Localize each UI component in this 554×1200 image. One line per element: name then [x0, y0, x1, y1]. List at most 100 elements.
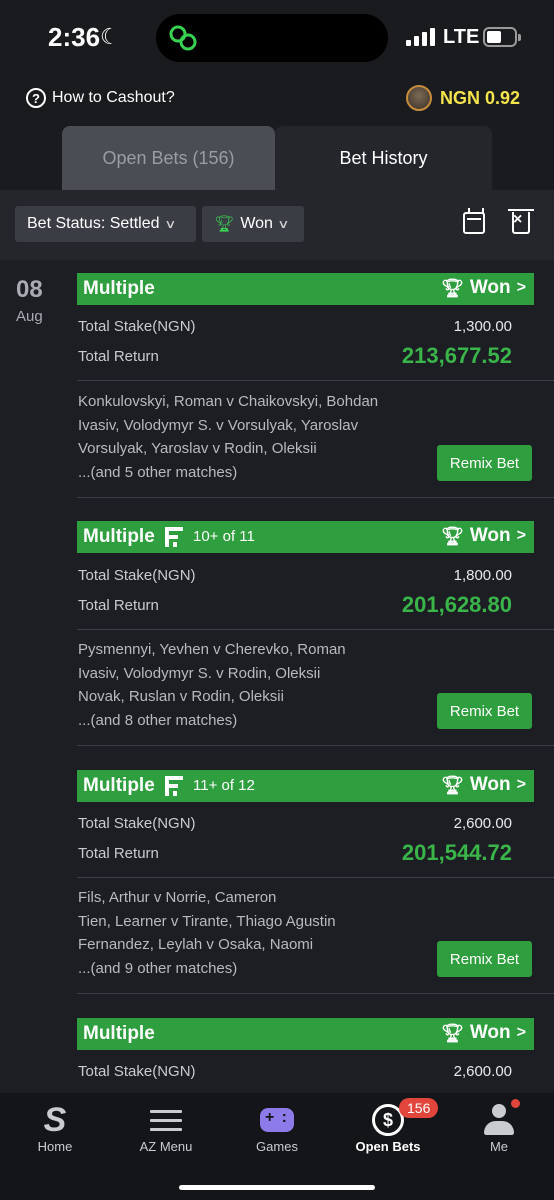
more-matches: ...(and 8 other matches)	[78, 711, 238, 729]
match-item: Fernandez, Leylah v Osaka, Naomi	[78, 936, 314, 953]
home-s-icon: S	[43, 1100, 67, 1139]
trophy-icon: 🏆︎	[440, 525, 464, 546]
remix-bet-button[interactable]: Remix Bet	[437, 693, 532, 729]
return-label: Total Return	[78, 845, 159, 862]
bet-tabs: Open Bets (156) Bet History	[62, 126, 492, 190]
nav-az-menu[interactable]: AZ Menu	[111, 1093, 221, 1163]
return-value: 201,544.72	[401, 840, 512, 865]
divider	[77, 877, 554, 878]
stake-label: Total Stake(NGN)	[78, 567, 196, 584]
chevron-down-icon: ∨	[163, 217, 177, 231]
battery-icon	[483, 27, 521, 47]
home-indicator	[179, 1185, 375, 1190]
network-label: LTE	[443, 26, 480, 48]
bet-result-label: Won	[469, 277, 511, 298]
tab-bet-history[interactable]: Bet History	[275, 126, 492, 190]
balance-amount: NGN 0.92	[439, 87, 520, 108]
bottom-nav: S Home AZ Menu Games $ 156 Open Bets Me	[0, 1093, 554, 1200]
bet-result-label: Won	[469, 774, 511, 795]
bet-card-header[interactable]: Multiple 🏆︎ Won >	[77, 1018, 534, 1050]
bet-qualifier: 10+ of 11	[193, 528, 255, 545]
question-icon: ?	[26, 88, 46, 108]
bet-qualifier: 11+ of 12	[193, 777, 255, 794]
moon-icon: ☾	[100, 24, 120, 49]
calendar-icon[interactable]	[463, 208, 485, 234]
open-bets-count-badge: 156	[399, 1098, 439, 1118]
bet-card[interactable]: Multiple 11+ of 12 🏆︎ Won > Total Stake(…	[77, 770, 554, 995]
menu-icon	[150, 1108, 182, 1132]
bet-type: Multiple	[83, 1023, 155, 1044]
bet-status-label: Bet Status: Settled	[27, 215, 160, 232]
match-item: Ivasiv, Volodymyr S. v Rodin, Oleksii	[78, 664, 321, 682]
bet-card-header[interactable]: Multiple 🏆︎ Won >	[77, 273, 534, 305]
link-icon	[169, 25, 197, 51]
nav-label: Home	[37, 1139, 73, 1154]
user-icon	[482, 1099, 520, 1136]
nav-label: AZ Menu	[139, 1139, 193, 1154]
match-item: Pysmennyi, Yevhen v Cherevko, Roman	[78, 641, 346, 658]
match-item: Vorsulyak, Yaroslav v Rodin, Oleksii	[78, 440, 317, 457]
bet-result: 🏆︎ Won >	[441, 525, 526, 547]
stake-value: 1,800.00	[453, 567, 512, 584]
stake-label: Total Stake(NGN)	[78, 1063, 196, 1080]
bet-card-header[interactable]: Multiple 11+ of 12 🏆︎ Won >	[77, 770, 534, 802]
match-item: Novak, Ruslan v Rodin, Oleksii	[78, 688, 284, 705]
divider	[77, 380, 554, 381]
avatar	[405, 85, 432, 111]
remix-bet-button[interactable]: Remix Bet	[437, 941, 532, 977]
bet-result-label: Won	[469, 525, 511, 546]
nav-me[interactable]: Me	[444, 1093, 554, 1163]
tab-open-bets[interactable]: Open Bets (156)	[62, 126, 275, 190]
match-list: Konkulovskyi, Roman v Chaikovskyi, Bohda…	[78, 390, 408, 484]
divider	[77, 993, 554, 994]
return-label: Total Return	[78, 597, 159, 614]
date-day: 08	[16, 276, 43, 303]
trophy-icon: 🏆︎	[214, 216, 235, 233]
stake-label: Total Stake(NGN)	[78, 318, 196, 335]
result-dropdown[interactable]: 🏆︎ Won ∨	[202, 206, 304, 242]
bet-type: Multiple	[83, 526, 155, 547]
bet-type: Multiple	[83, 278, 155, 299]
cashout-label: How to Cashout?	[52, 89, 175, 106]
how-to-cashout-link[interactable]: ? How to Cashout?	[26, 88, 175, 108]
gamepad-icon	[260, 1108, 294, 1132]
match-list: Pysmennyi, Yevhen v Cherevko, Roman Ivas…	[78, 638, 408, 732]
match-item: Konkulovskyi, Roman v Chaikovskyi, Bohda…	[78, 393, 379, 410]
stake-label: Total Stake(NGN)	[78, 815, 196, 832]
more-matches: ...(and 5 other matches)	[78, 463, 238, 481]
chevron-right-icon: >	[516, 279, 526, 296]
return-value: 213,677.52	[401, 343, 512, 368]
chevron-right-icon: >	[516, 776, 526, 793]
trophy-icon: 🏆︎	[440, 1022, 464, 1043]
signal-icon	[406, 28, 435, 46]
result-label: Won	[240, 215, 273, 232]
notification-dot	[511, 1099, 520, 1108]
return-label: Total Return	[78, 348, 159, 365]
nav-open-bets[interactable]: $ 156 Open Bets	[333, 1093, 443, 1163]
bet-card-header[interactable]: Multiple 10+ of 11 🏆︎ Won >	[77, 521, 534, 553]
stake-value: 1,300.00	[453, 318, 512, 335]
balance-display[interactable]: NGN 0.92	[405, 85, 520, 111]
nav-home[interactable]: S Home	[0, 1093, 110, 1163]
divider	[77, 497, 554, 498]
remix-bet-button[interactable]: Remix Bet	[437, 445, 532, 481]
match-list: Fils, Arthur v Norrie, Cameron Tien, Lea…	[78, 886, 408, 980]
stake-value: 2,600.00	[453, 1063, 512, 1080]
trophy-icon: 🏆︎	[440, 277, 464, 298]
trophy-icon: 🏆︎	[440, 774, 464, 795]
nav-label: Me	[489, 1139, 509, 1154]
header: ? How to Cashout? NGN 0.92 Open Bets (15…	[0, 76, 554, 190]
dynamic-island	[156, 14, 388, 62]
chevron-down-icon: ∨	[277, 217, 290, 231]
divider	[77, 745, 554, 746]
bet-status-dropdown[interactable]: Bet Status: Settled ∨	[15, 206, 196, 242]
bet-type: Multiple	[83, 775, 155, 796]
chevron-right-icon: >	[516, 1024, 526, 1041]
bet-card[interactable]: Multiple 10+ of 11 🏆︎ Won > Total Stake(…	[77, 521, 554, 746]
bet-card[interactable]: Multiple 🏆︎ Won > Total Stake(NGN) 2,600…	[77, 1018, 554, 1093]
nav-label: Games	[256, 1139, 298, 1154]
more-matches: ...(and 9 other matches)	[78, 959, 238, 977]
date-month: Aug	[16, 308, 43, 325]
bet-card[interactable]: Multiple 🏆︎ Won > Total Stake(NGN) 1,300…	[77, 273, 554, 498]
nav-games[interactable]: Games	[222, 1093, 332, 1163]
